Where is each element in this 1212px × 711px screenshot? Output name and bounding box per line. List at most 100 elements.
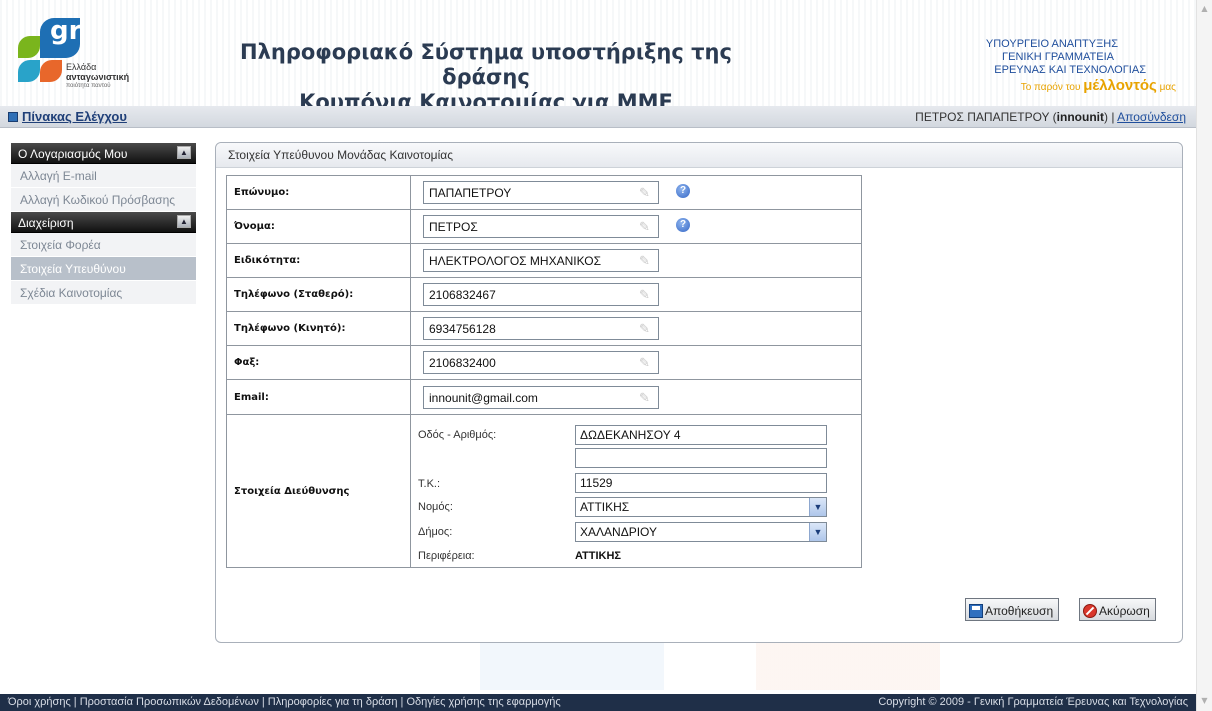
pencil-icon: ✎ bbox=[639, 253, 650, 268]
cancel-button[interactable]: Ακύρωση bbox=[1079, 598, 1156, 621]
phone-label: Τηλέφωνο (Σταθερό): bbox=[226, 277, 411, 312]
region-label: Περιφέρεια: bbox=[418, 550, 475, 562]
scroll-down-icon[interactable]: ▼ bbox=[1199, 696, 1210, 707]
logo-square-orange bbox=[40, 60, 62, 82]
header: gr Ελλάδα ανταγωνιστική ποιότητα παντού … bbox=[0, 0, 1196, 114]
street-input[interactable]: ΔΩΔΕΚΑΝΗΣΟΥ 4 bbox=[575, 425, 827, 445]
municipality-label: Δήμος: bbox=[418, 526, 453, 538]
pencil-icon: ✎ bbox=[639, 185, 650, 200]
prefecture-label: Νομός: bbox=[418, 501, 453, 513]
logout-link[interactable]: Αποσύνδεση bbox=[1117, 110, 1186, 124]
phone-value: 2106832467 bbox=[429, 288, 496, 302]
form-row-address: Στοιχεία Διεύθυνσης Οδός - Αριθμός: ΔΩΔΕ… bbox=[226, 414, 862, 568]
fax-input[interactable]: 2106832400 ✎ bbox=[423, 351, 659, 374]
municipality-value: ΧΑΛΑΝΔΡΙΟΥ bbox=[580, 525, 657, 539]
dashboard-icon bbox=[8, 112, 18, 122]
logo-text-1: Ελλάδα bbox=[66, 62, 97, 72]
nav-bar: Πίνακας Ελέγχου ΠΕΤΡΟΣ ΠΑΠΑΠΕΤΡΟΥ (innou… bbox=[0, 106, 1196, 128]
ministry-block: ΥΠΟΥΡΓΕΙΟ ΑΝΑΠΤΥΞΗΣ ΓΕΝΙΚΗ ΓΡΑΜΜΑΤΕΙΑ ΕΡ… bbox=[986, 38, 1176, 94]
sidebar-item-organization[interactable]: Στοιχεία Φορέα bbox=[11, 233, 196, 257]
ministry-line-2: ΓΕΝΙΚΗ ΓΡΑΜΜΑΤΕΙΑ bbox=[1002, 51, 1114, 63]
fax-value: 2106832400 bbox=[429, 356, 496, 370]
sidebar-item-change-password[interactable]: Αλλαγή Κωδικού Πρόσβασης bbox=[11, 188, 196, 212]
pencil-icon: ✎ bbox=[639, 287, 650, 302]
prefecture-value: ΑΤΤΙΚΗΣ bbox=[580, 500, 630, 514]
chevron-down-icon[interactable]: ▼ bbox=[809, 523, 826, 541]
cancel-icon bbox=[1083, 604, 1097, 618]
surname-label: Επώνυμο: bbox=[226, 175, 411, 210]
scroll-up-icon[interactable]: ▲ bbox=[1199, 4, 1210, 15]
form-row-email: Email: innounit@gmail.com ✎ bbox=[226, 379, 862, 415]
ministry-line-3: ΕΡΕΥΝΑΣ ΚΑΙ ΤΕΧΝΟΛΟΓΙΑΣ bbox=[994, 64, 1146, 76]
street2-input[interactable] bbox=[575, 448, 827, 468]
zip-input[interactable]: 11529 bbox=[575, 473, 827, 493]
surname-input[interactable]: ΠΑΠΑΠΕΤΡΟΥ ✎ bbox=[423, 181, 659, 204]
form-row-surname: Επώνυμο: ΠΑΠΑΠΕΤΡΟΥ ✎ ? bbox=[226, 175, 862, 210]
email-label: Email: bbox=[226, 379, 411, 415]
user-info: ΠΕΤΡΟΣ ΠΑΠΑΠΕΤΡΟΥ (innounit) | Αποσύνδεσ… bbox=[915, 110, 1186, 124]
sidebar-item-responsible[interactable]: Στοιχεία Υπευθύνου bbox=[11, 257, 196, 281]
help-icon[interactable]: ? bbox=[676, 218, 690, 232]
address-block: Οδός - Αριθμός: ΔΩΔΕΚΑΝΗΣΟΥ 4 Τ.Κ.: 1152… bbox=[411, 415, 861, 567]
chevron-down-icon[interactable]: ▼ bbox=[809, 498, 826, 516]
dashboard-link[interactable]: Πίνακας Ελέγχου bbox=[8, 109, 127, 124]
nav-separator: | bbox=[1108, 110, 1118, 124]
slogan: Το παρόν του μέλλοντός μας bbox=[986, 77, 1176, 94]
logo-text-2: ανταγωνιστική bbox=[66, 72, 130, 82]
footer: Όροι χρήσης | Προστασία Προσωπικών Δεδομ… bbox=[0, 694, 1196, 711]
surname-value: ΠΑΠΑΠΕΤΡΟΥ bbox=[429, 186, 512, 200]
specialty-value: ΗΛΕΚΤΡΟΛΟΓΟΣ ΜΗΧΑΝΙΚΟΣ bbox=[429, 254, 601, 268]
specialty-input[interactable]: ΗΛΕΚΤΡΟΛΟΓΟΣ ΜΗΧΑΝΙΚΟΣ ✎ bbox=[423, 249, 659, 272]
street-label: Οδός - Αριθμός: bbox=[418, 429, 497, 441]
sidebar-item-innovation-plans[interactable]: Σχέδια Καινοτομίας bbox=[11, 281, 196, 305]
responsible-form: Επώνυμο: ΠΑΠΑΠΕΤΡΟΥ ✎ ? Όνομα: ΠΕΤΡΟΣ ✎ ? … bbox=[226, 175, 862, 568]
panel-title: Στοιχεία Υπεύθυνου Μονάδας Καινοτομίας bbox=[216, 143, 1182, 168]
logo-mark: gr bbox=[50, 16, 82, 46]
form-row-phone: Τηλέφωνο (Σταθερό): 2106832467 ✎ bbox=[226, 277, 862, 312]
sidebar-section-account-title: Ο Λογαριασμός Μου bbox=[18, 147, 128, 161]
scrollbar[interactable]: ▲ ▼ bbox=[1196, 0, 1212, 711]
ministry-line-1: ΥΠΟΥΡΓΕΙΟ ΑΝΑΠΤΥΞΗΣ bbox=[985, 38, 1118, 50]
email-input[interactable]: innounit@gmail.com ✎ bbox=[423, 385, 659, 409]
collapse-icon[interactable]: ▲ bbox=[177, 215, 191, 228]
form-row-name: Όνομα: ΠΕΤΡΟΣ ✎ ? bbox=[226, 209, 862, 244]
fax-label: Φαξ: bbox=[226, 345, 411, 380]
save-button[interactable]: Αποθήκευση bbox=[965, 598, 1060, 621]
zip-label: Τ.Κ.: bbox=[418, 478, 441, 490]
mobile-label: Τηλέφωνο (Κινητό): bbox=[226, 311, 411, 346]
title-line-1: Πληροφοριακό Σύστημα υποστήριξης της δρά… bbox=[240, 40, 732, 89]
cancel-label: Ακύρωση bbox=[1099, 604, 1150, 618]
phone-input[interactable]: 2106832467 ✎ bbox=[423, 283, 659, 306]
sidebar-item-change-email[interactable]: Αλλαγή E-mail bbox=[11, 164, 196, 188]
sidebar: Ο Λογαριασμός Μου ▲ Αλλαγή E-mail Αλλαγή… bbox=[11, 143, 196, 305]
footer-links[interactable]: Όροι χρήσης | Προστασία Προσωπικών Δεδομ… bbox=[8, 696, 561, 708]
mobile-input[interactable]: 6934756128 ✎ bbox=[423, 317, 659, 340]
collapse-icon[interactable]: ▲ bbox=[177, 146, 191, 159]
sidebar-section-management[interactable]: Διαχείριση ▲ bbox=[11, 212, 196, 233]
logo-square-cyan bbox=[18, 60, 40, 82]
pencil-icon: ✎ bbox=[639, 321, 650, 336]
form-row-specialty: Ειδικότητα: ΗΛΕΚΤΡΟΛΟΓΟΣ ΜΗΧΑΝΙΚΟΣ ✎ bbox=[226, 243, 862, 278]
dashboard-label: Πίνακας Ελέγχου bbox=[22, 109, 127, 124]
save-icon bbox=[969, 604, 983, 618]
name-label: Όνομα: bbox=[226, 209, 411, 244]
pencil-icon: ✎ bbox=[639, 389, 650, 405]
help-icon[interactable]: ? bbox=[676, 184, 690, 198]
page-title: Πληροφοριακό Σύστημα υποστήριξης της δρά… bbox=[196, 40, 776, 115]
name-value: ΠΕΤΡΟΣ bbox=[429, 220, 478, 234]
sidebar-section-account[interactable]: Ο Λογαριασμός Μου ▲ bbox=[11, 143, 196, 164]
municipality-select[interactable]: ΧΑΛΑΝΔΡΙΟΥ ▼ bbox=[575, 522, 827, 542]
main-panel: Στοιχεία Υπεύθυνου Μονάδας Καινοτομίας Ε… bbox=[215, 142, 1183, 643]
name-input[interactable]: ΠΕΤΡΟΣ ✎ bbox=[423, 215, 659, 238]
sidebar-section-management-title: Διαχείριση bbox=[18, 216, 74, 230]
address-label: Στοιχεία Διεύθυνσης bbox=[226, 414, 411, 568]
slogan-pre: Το παρόν του bbox=[1020, 82, 1084, 93]
pencil-icon: ✎ bbox=[639, 219, 650, 234]
user-name: ΠΕΤΡΟΣ ΠΑΠΑΠΕΤΡΟΥ ( bbox=[915, 110, 1057, 124]
email-value: innounit@gmail.com bbox=[429, 390, 538, 405]
specialty-label: Ειδικότητα: bbox=[226, 243, 411, 278]
slogan-big: μέλλοντός bbox=[1083, 77, 1157, 94]
form-row-mobile: Τηλέφωνο (Κινητό): 6934756128 ✎ bbox=[226, 311, 862, 346]
form-row-fax: Φαξ: 2106832400 ✎ bbox=[226, 345, 862, 380]
prefecture-select[interactable]: ΑΤΤΙΚΗΣ ▼ bbox=[575, 497, 827, 517]
